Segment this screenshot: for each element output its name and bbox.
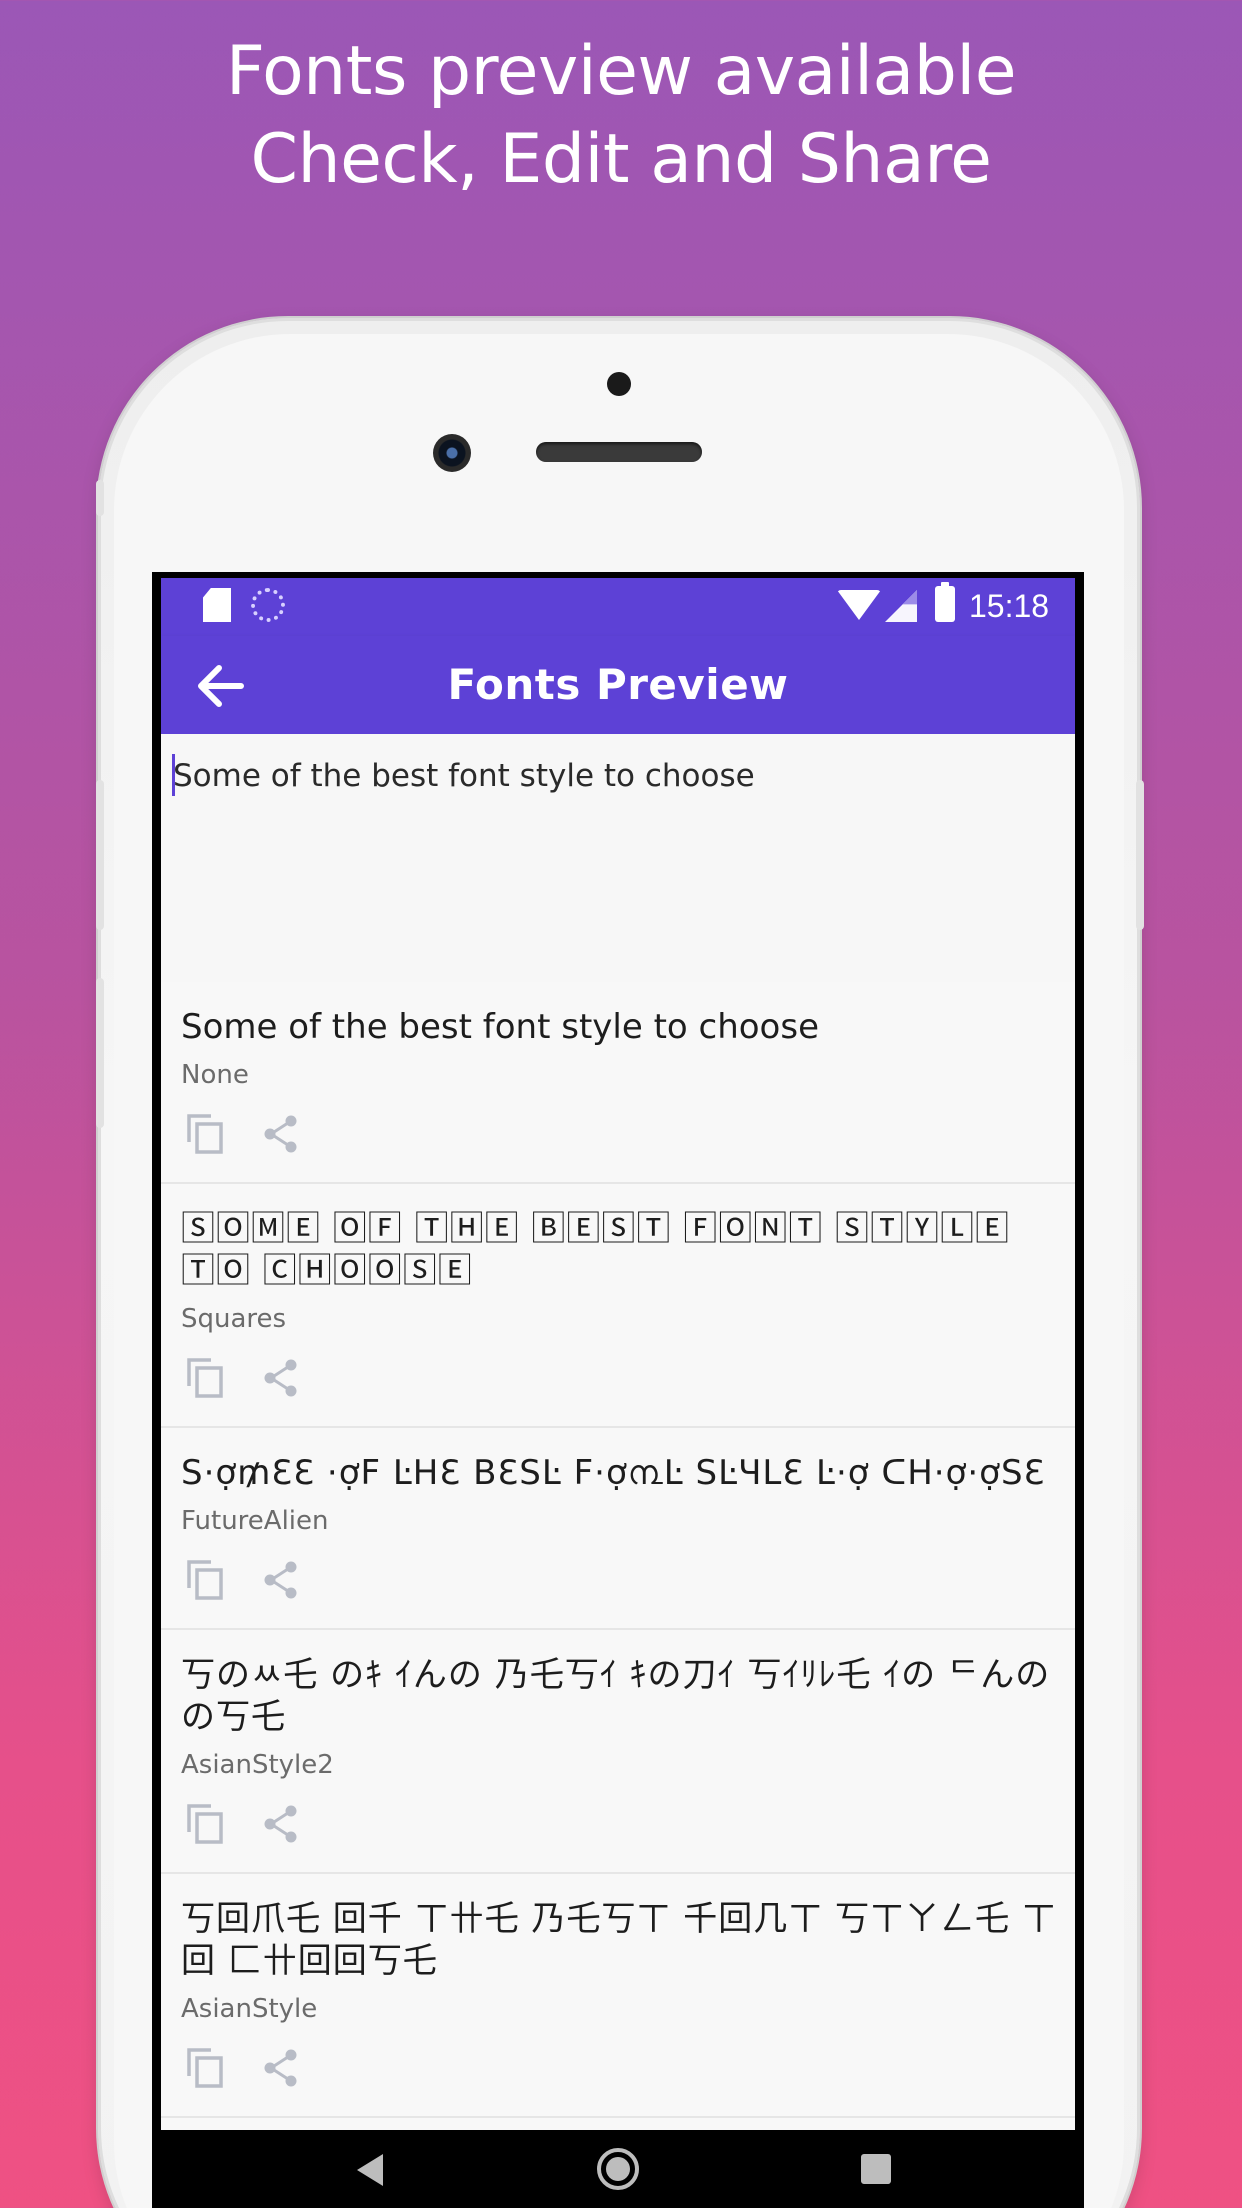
status-bar: 15:18 — [161, 578, 1075, 636]
font-name: Squares — [181, 1304, 287, 1334]
fonts-list: Some of the best font style to choose No… — [161, 982, 1075, 2118]
phone-side-button — [96, 480, 104, 516]
back-button[interactable] — [189, 654, 253, 718]
nav-recents-icon[interactable] — [861, 2154, 891, 2184]
font-preview-text[interactable]: S·ợ₥ƐƐ ·ợF ĿHƐ BƐSĿ F·ợ൩Ŀ SĿЧLƐ Ŀ·ợ ᑕH·ợ… — [181, 1452, 1065, 1494]
app-screen: 15:18 Fonts Preview Some of the best fon… — [161, 578, 1075, 2208]
nav-home-icon[interactable] — [597, 2148, 639, 2190]
copy-button[interactable] — [185, 1356, 225, 1400]
item-actions — [181, 1782, 1065, 1872]
list-item: 🅂🄾🄼🄴 🄾🄵 🅃🄷🄴 🄱🄴🅂🅃 🄵🄾🄽🅃 🅂🅃🅈🄻🄴 🅃🄾 🄲🄷🄾🄾🅂🄴 Sq… — [161, 1184, 1075, 1428]
item-actions — [181, 1092, 1065, 1182]
headline-line-1: Fonts preview available — [225, 32, 1017, 111]
promo-headline: Fonts preview available Check, Edit and … — [0, 28, 1242, 204]
text-input[interactable]: Some of the best font style to choose — [161, 734, 1075, 982]
share-button[interactable] — [261, 1114, 301, 1154]
copy-icon — [187, 1804, 223, 1844]
copy-icon — [187, 1560, 223, 1600]
font-name: AsianStyle2 — [181, 1750, 334, 1780]
proximity-sensor — [607, 372, 631, 396]
nav-back-icon[interactable] — [357, 2154, 383, 2186]
phone-volume-up — [96, 780, 104, 930]
list-item: Some of the best font style to choose No… — [161, 982, 1075, 1184]
font-preview-text[interactable]: Some of the best font style to choose — [181, 1006, 1065, 1048]
share-icon — [264, 1115, 297, 1153]
font-name: None — [181, 1060, 249, 1090]
share-button[interactable] — [261, 1804, 301, 1844]
copy-button[interactable] — [185, 1558, 225, 1602]
font-preview-text[interactable]: 丂回爪乇 回千 ㄒ卄乇 乃乇丂ㄒ 千回几ㄒ 丂ㄒㄚㄥ乇 ㄒ回 匚卄回回丂乇 — [181, 1898, 1065, 1982]
share-button[interactable] — [261, 1358, 301, 1398]
sd-card-icon — [203, 588, 231, 622]
share-icon — [264, 1359, 297, 1397]
font-name: AsianStyle — [181, 1994, 318, 2024]
copy-button[interactable] — [185, 1802, 225, 1846]
font-name: FutureAlien — [181, 1506, 329, 1536]
item-actions — [181, 1336, 1065, 1426]
share-icon — [264, 2049, 297, 2087]
copy-button[interactable] — [185, 2046, 225, 2090]
page-title: Fonts Preview — [447, 660, 789, 709]
list-item: S·ợ₥ƐƐ ·ợF ĿHƐ BƐSĿ F·ợ൩Ŀ SĿЧLƐ Ŀ·ợ ᑕH·ợ… — [161, 1428, 1075, 1630]
system-nav-bar — [161, 2130, 1075, 2208]
app-bar: Fonts Preview — [161, 636, 1075, 734]
headline-line-2: Check, Edit and Share — [250, 120, 993, 199]
sync-icon — [251, 588, 285, 622]
font-preview-text[interactable]: 丂のﾶ乇 のｷ ｲんの 乃乇丂ｲ ｷの刀ｲ 丂ｲﾘﾚ乇 ｲの ᄃんのの丂乇 — [181, 1654, 1065, 1738]
wifi-icon — [837, 590, 881, 620]
copy-icon — [187, 2048, 223, 2088]
share-icon — [264, 1561, 297, 1599]
font-preview-text[interactable]: 🅂🄾🄼🄴 🄾🄵 🅃🄷🄴 🄱🄴🅂🅃 🄵🄾🄽🅃 🅂🅃🅈🄻🄴 🅃🄾 🄲🄷🄾🄾🅂🄴 — [181, 1208, 1065, 1292]
phone-power-button — [1136, 780, 1144, 930]
share-button[interactable] — [261, 2048, 301, 2088]
front-camera — [433, 434, 471, 472]
earpiece-speaker — [536, 442, 702, 462]
item-actions — [181, 2026, 1065, 2116]
copy-icon — [187, 1114, 223, 1154]
item-actions — [181, 1538, 1065, 1628]
phone-screen: 15:18 Fonts Preview Some of the best fon… — [152, 572, 1084, 2208]
battery-charging-icon — [935, 582, 955, 622]
text-input-value: Some of the best font style to choose — [173, 758, 755, 794]
list-item: 丂のﾶ乇 のｷ ｲんの 乃乇丂ｲ ｷの刀ｲ 丂ｲﾘﾚ乇 ｲの ᄃんのの丂乇 As… — [161, 1630, 1075, 1874]
copy-icon — [187, 1358, 223, 1398]
list-item: 丂回爪乇 回千 ㄒ卄乇 乃乇丂ㄒ 千回几ㄒ 丂ㄒㄚㄥ乇 ㄒ回 匚卄回回丂乇 As… — [161, 1874, 1075, 2118]
phone-volume-down — [96, 978, 104, 1128]
share-button[interactable] — [261, 1560, 301, 1600]
status-time: 15:18 — [969, 588, 1050, 624]
arrow-left-icon — [198, 665, 244, 707]
share-icon — [264, 1805, 297, 1843]
copy-button[interactable] — [185, 1112, 225, 1156]
